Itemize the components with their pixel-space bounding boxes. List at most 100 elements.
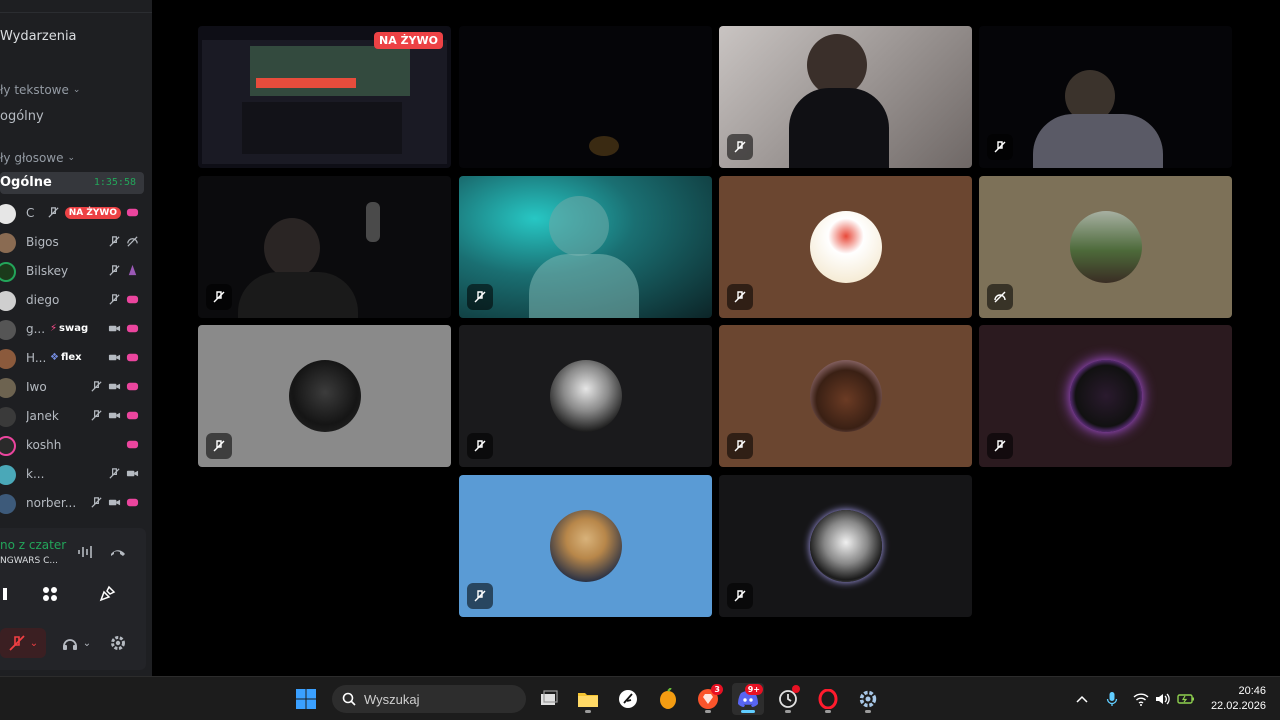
text-channel-ogolny[interactable]: ogólny	[0, 109, 44, 124]
text-channels-category[interactable]: ły tekstowe ⌄	[0, 83, 80, 97]
screen-share-tile[interactable]: NA ŻYWO	[198, 26, 451, 168]
mic-muted-icon	[994, 141, 1006, 153]
voice-member[interactable]: koshh	[0, 432, 145, 458]
start-button[interactable]	[290, 683, 322, 715]
task-view-icon	[541, 690, 558, 705]
video-tile[interactable]	[459, 176, 712, 318]
voice-member[interactable]: k...	[0, 461, 145, 487]
task-view-button[interactable]	[533, 683, 565, 715]
avatar	[0, 494, 16, 514]
avatar	[549, 510, 622, 582]
video-tile[interactable]	[198, 176, 451, 318]
deafened-indicator	[987, 284, 1013, 310]
notification-badge: 3	[711, 684, 723, 695]
avatar	[0, 436, 16, 456]
noise-suppression-button[interactable]	[74, 542, 98, 562]
battery-charging-icon	[1177, 694, 1194, 704]
app-circle[interactable]	[772, 683, 804, 715]
member-name: norber...	[26, 496, 77, 510]
headphones-muted-icon	[994, 291, 1006, 303]
voice-member[interactable]: norber...	[0, 490, 145, 516]
settings-app[interactable]	[852, 683, 884, 715]
voice-member[interactable]: Iwo	[0, 374, 145, 400]
muted-indicator	[467, 284, 493, 310]
muted-indicator	[206, 433, 232, 459]
voice-member[interactable]: H... ❖ flex	[0, 345, 145, 371]
avatar-tile[interactable]	[198, 325, 451, 467]
taskbar-search[interactable]	[332, 685, 526, 713]
discord-window: Wydarzenia ły tekstowe ⌄ ogólny ły głoso…	[0, 0, 1280, 720]
avatar	[1069, 360, 1142, 432]
member-name: C	[26, 206, 35, 220]
voice-timer: 1:35:58	[93, 177, 136, 188]
activities-button[interactable]	[38, 582, 62, 606]
text-category-label: ły tekstowe	[0, 83, 69, 97]
mic-muted-icon	[734, 440, 746, 452]
fruit-icon	[660, 688, 676, 709]
member-status-icons	[108, 264, 139, 277]
opera-app[interactable]	[812, 683, 844, 715]
brave-browser-app[interactable]: 3	[692, 683, 724, 715]
disconnect-button[interactable]	[106, 542, 130, 562]
voice-member[interactable]: Bigos	[0, 229, 145, 255]
battery-tray[interactable]	[1176, 689, 1196, 709]
volume-tray[interactable]	[1153, 689, 1173, 709]
video-tile[interactable]	[979, 26, 1232, 168]
voice-member[interactable]: C NA ŻYWO	[0, 200, 145, 226]
avatar-tile[interactable]	[979, 176, 1232, 318]
voice-server-name: NGWARS C...	[0, 556, 58, 566]
avatar-tile[interactable]	[719, 475, 972, 617]
app-quill[interactable]	[612, 683, 644, 715]
camera-button[interactable]	[0, 582, 10, 606]
member-name: koshh	[26, 438, 62, 452]
member-status-icons	[90, 496, 139, 509]
wifi-icon	[1133, 693, 1149, 706]
member-name: k...	[26, 467, 45, 481]
voice-channel-ogolne[interactable]: Ogólne 1:35:58	[0, 172, 144, 194]
notification-badge: 9+	[744, 684, 763, 695]
file-explorer-app[interactable]	[572, 683, 604, 715]
events-item[interactable]: Wydarzenia	[0, 29, 77, 44]
avatar-tile[interactable]	[719, 176, 972, 318]
activity-icon	[126, 498, 139, 507]
network-tray[interactable]	[1131, 689, 1151, 709]
avatar-tile[interactable]	[719, 325, 972, 467]
voice-category-label: ły głosowe	[0, 151, 64, 165]
activity-icon	[126, 353, 139, 362]
video-tile[interactable]	[719, 26, 972, 168]
microphone-tray[interactable]	[1102, 689, 1122, 709]
show-hidden-icons[interactable]	[1072, 689, 1092, 709]
member-status-icons	[126, 438, 139, 451]
avatar-tile[interactable]	[979, 325, 1232, 467]
muted-indicator	[727, 433, 753, 459]
voice-status-text[interactable]: no z czater	[0, 538, 66, 552]
search-input[interactable]	[364, 691, 504, 707]
voice-member[interactable]: g... ⚡ swag	[0, 316, 145, 342]
mic-muted-icon	[91, 381, 102, 392]
avatar	[0, 349, 16, 369]
system-clock[interactable]: 20:46 22.02.2026	[1211, 684, 1266, 714]
muted-indicator	[206, 284, 232, 310]
avatar	[0, 320, 16, 340]
chevron-down-icon: ⌄	[67, 153, 76, 163]
camera-icon	[3, 588, 7, 600]
voice-member[interactable]: Janek	[0, 403, 145, 429]
mic-muted-icon	[213, 440, 225, 452]
mic-muted-icon	[48, 207, 59, 218]
mic-muted-icon	[109, 468, 120, 479]
user-settings-button[interactable]	[106, 631, 130, 655]
video-tile[interactable]	[459, 26, 712, 168]
deafen-toggle[interactable]: ⌄	[56, 631, 96, 655]
voice-member[interactable]: Bilskey	[0, 258, 145, 284]
discord-app[interactable]: 9+	[732, 683, 764, 715]
soundboard-button[interactable]	[95, 582, 119, 606]
fl-studio-app[interactable]	[652, 683, 684, 715]
member-status-icons: NA ŻYWO	[47, 206, 139, 219]
mute-mic-toggle[interactable]: ⌄	[0, 628, 46, 658]
member-name: Iwo	[26, 380, 47, 394]
voice-channels-category[interactable]: ły głosowe ⌄	[0, 151, 75, 165]
voice-member[interactable]: diego	[0, 287, 145, 313]
avatar-tile[interactable]	[459, 325, 712, 467]
clock-time: 20:46	[1238, 685, 1266, 697]
avatar-tile[interactable]	[459, 475, 712, 617]
